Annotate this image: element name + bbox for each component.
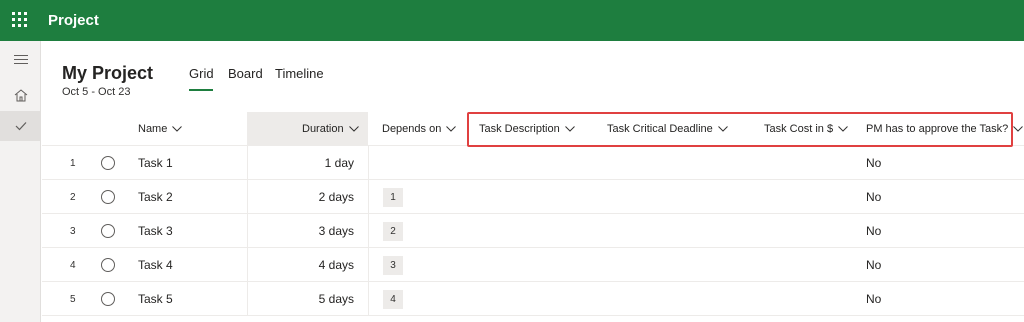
column-header-depends-on[interactable]: Depends on	[382, 112, 457, 146]
active-tab-indicator	[189, 89, 213, 91]
column-divider	[368, 214, 369, 248]
task-duration[interactable]: 5 days	[247, 282, 354, 316]
tab-board[interactable]: Board	[228, 66, 263, 81]
column-header-duration[interactable]: Duration	[302, 112, 359, 146]
chevron-down-icon	[1013, 126, 1024, 132]
column-divider	[368, 180, 369, 214]
task-complete-toggle[interactable]	[101, 146, 115, 180]
row-number: 2	[70, 191, 76, 203]
row-number: 4	[70, 259, 76, 271]
my-tasks-button[interactable]	[0, 111, 41, 141]
app-launcher-icon[interactable]	[12, 12, 28, 28]
column-header-depends-on-label: Depends on	[382, 123, 442, 135]
column-divider	[368, 248, 369, 282]
task-name[interactable]: Task 1	[138, 146, 173, 180]
menu-button[interactable]	[0, 45, 41, 75]
table-row[interactable]: 3 Task 3 3 days 2 No	[42, 214, 1024, 248]
column-header-duration-label: Duration	[302, 123, 344, 135]
task-grid: 1 Task 1 1 day No 2 Task 2 2 days 1 No 3…	[42, 146, 1024, 322]
circle-icon	[101, 156, 115, 170]
table-row[interactable]: 2 Task 2 2 days 1 No	[42, 180, 1024, 214]
task-duration[interactable]: 2 days	[247, 180, 354, 214]
pm-approve-value[interactable]: No	[866, 248, 881, 282]
task-name[interactable]: Task 4	[138, 248, 173, 282]
circle-icon	[101, 258, 115, 272]
app-header: Project	[0, 0, 1024, 41]
pm-approve-value[interactable]: No	[866, 214, 881, 248]
task-name[interactable]: Task 2	[138, 180, 173, 214]
depends-on-cell[interactable]: 1	[383, 180, 403, 214]
depends-on-cell[interactable]: 3	[383, 248, 403, 282]
row-number: 3	[70, 225, 76, 237]
home-icon	[14, 88, 27, 101]
tab-timeline[interactable]: Timeline	[275, 66, 324, 81]
task-duration[interactable]: 4 days	[247, 248, 354, 282]
task-complete-toggle[interactable]	[101, 214, 115, 248]
home-button[interactable]	[0, 80, 41, 110]
column-header-name-label: Name	[138, 123, 168, 135]
row-number: 5	[70, 293, 76, 305]
left-rail	[0, 41, 41, 322]
hamburger-icon	[13, 55, 28, 64]
app-title[interactable]: Project	[48, 12, 99, 29]
chevron-down-icon	[348, 126, 359, 132]
pm-approve-value[interactable]: No	[866, 146, 881, 180]
chevron-down-icon	[446, 126, 457, 132]
depends-on-cell[interactable]: 2	[383, 214, 403, 248]
row-number: 1	[70, 157, 76, 169]
column-header-name[interactable]: Name	[138, 112, 183, 146]
circle-icon	[101, 190, 115, 204]
circle-icon	[101, 292, 115, 306]
table-row[interactable]: 1 Task 1 1 day No	[42, 146, 1024, 180]
column-divider	[368, 282, 369, 316]
project-title[interactable]: My Project	[62, 63, 153, 84]
task-complete-toggle[interactable]	[101, 282, 115, 316]
task-complete-toggle[interactable]	[101, 248, 115, 282]
column-divider	[368, 146, 369, 180]
circle-icon	[101, 224, 115, 238]
custom-columns-highlight	[467, 112, 1013, 147]
table-row[interactable]: 5 Task 5 5 days 4 No	[42, 282, 1024, 316]
task-complete-toggle[interactable]	[101, 180, 115, 214]
task-duration[interactable]: 3 days	[247, 214, 354, 248]
project-dates: Oct 5 - Oct 23	[62, 86, 131, 98]
table-row[interactable]: 4 Task 4 4 days 3 No	[42, 248, 1024, 282]
dependency-chip[interactable]: 1	[383, 187, 403, 207]
pm-approve-value[interactable]: No	[866, 180, 881, 214]
depends-on-cell[interactable]: 4	[383, 282, 403, 316]
task-name[interactable]: Task 5	[138, 282, 173, 316]
task-duration[interactable]: 1 day	[247, 146, 354, 180]
dependency-chip[interactable]: 2	[383, 221, 403, 241]
dependency-chip[interactable]: 3	[383, 255, 403, 275]
pm-approve-value[interactable]: No	[866, 282, 881, 316]
chevron-down-icon	[172, 126, 183, 132]
checkmark-icon	[15, 122, 26, 131]
task-name[interactable]: Task 3	[138, 214, 173, 248]
dependency-chip[interactable]: 4	[383, 289, 403, 309]
tab-grid[interactable]: Grid	[189, 66, 214, 81]
